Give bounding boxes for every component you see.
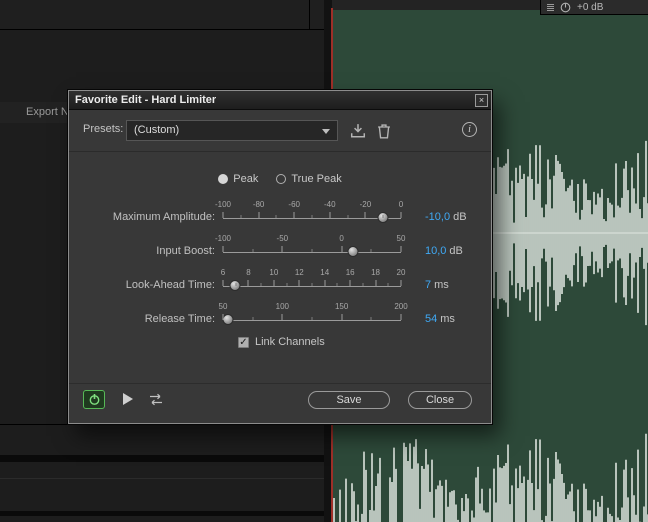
preview-play-icon[interactable] xyxy=(123,393,133,405)
slider-line xyxy=(223,320,401,321)
slider-value[interactable]: 54 ms xyxy=(425,313,455,325)
tick-label: 16 xyxy=(345,268,355,277)
loop-playback-icon[interactable] xyxy=(147,393,165,406)
link-channels-checkbox-row[interactable]: ✓ Link Channels xyxy=(238,336,325,348)
footer-separator xyxy=(69,383,491,384)
tick-label: 20 xyxy=(396,268,406,277)
presets-section: Presets: (Custom) i xyxy=(69,110,491,152)
chevron-down-icon xyxy=(322,129,330,134)
slider-track[interactable]: 6 8 10 12 14 16 18 20 xyxy=(220,267,405,295)
panel-separator xyxy=(0,511,332,516)
radio-dot-icon xyxy=(218,174,229,184)
tick-label: 150 xyxy=(334,302,349,311)
slider-line xyxy=(223,218,401,219)
close-icon[interactable]: × xyxy=(475,94,488,107)
checkbox-checked-icon[interactable]: ✓ xyxy=(238,336,249,348)
tick-label: 18 xyxy=(371,268,381,277)
dialog-title: Favorite Edit - Hard Limiter xyxy=(75,94,217,106)
link-channels-label: Link Channels xyxy=(255,336,325,348)
effect-power-toggle[interactable] xyxy=(83,390,105,409)
slider-label: Input Boost: xyxy=(156,245,215,257)
save-preset-icon[interactable] xyxy=(350,123,366,139)
tick-label: 50 xyxy=(218,302,228,311)
tick-label: 6 xyxy=(220,268,226,277)
power-icon xyxy=(89,394,99,405)
panel-separator xyxy=(0,424,332,425)
slider-row-look-ahead-time: Look-Ahead Time: 6 8 10 12 14 16 18 20 7 ms xyxy=(69,267,491,297)
tick-label: 100 xyxy=(275,302,290,311)
slider-knob[interactable] xyxy=(347,246,359,257)
delete-preset-icon[interactable] xyxy=(376,123,392,139)
slider-value[interactable]: 10,0 dB xyxy=(425,245,463,257)
export-label[interactable]: Export N xyxy=(26,106,69,118)
slider-track[interactable]: -100 -80 -60 -40 -20 0 xyxy=(215,199,404,227)
tick-label: -100 xyxy=(214,234,232,243)
tick-label: -40 xyxy=(324,200,336,209)
radio-peak[interactable]: Peak xyxy=(218,173,258,185)
presets-dropdown[interactable]: (Custom) xyxy=(126,120,338,141)
tick-label: 50 xyxy=(396,234,406,243)
info-icon[interactable]: i xyxy=(462,122,477,137)
hard-limiter-dialog: Favorite Edit - Hard Limiter × Presets: … xyxy=(68,90,492,424)
mini-meter-icon xyxy=(547,3,554,11)
tick-label: 0 xyxy=(339,234,344,243)
tick-label: -20 xyxy=(359,200,372,209)
close-button[interactable]: Close xyxy=(408,391,472,409)
slider-line xyxy=(223,252,401,253)
panel-separator xyxy=(0,478,332,479)
panel-separator xyxy=(0,455,332,462)
save-button[interactable]: Save xyxy=(308,391,390,409)
tick-label: -80 xyxy=(252,200,265,209)
tick-label: 10 xyxy=(269,268,279,277)
tick-label: 0 xyxy=(398,200,404,209)
tick-label: 200 xyxy=(394,302,408,311)
slider-label: Release Time: xyxy=(144,313,215,325)
slider-value[interactable]: -10,0 dB xyxy=(425,211,467,223)
slider-value[interactable]: 7 ms xyxy=(425,279,449,291)
slider-knob[interactable] xyxy=(222,314,234,325)
radio-true-peak[interactable]: True Peak xyxy=(276,173,342,185)
presets-selected-value: (Custom) xyxy=(134,124,180,136)
editor-mini-toolbar: +0 dB xyxy=(540,0,648,15)
dialog-titlebar[interactable]: Favorite Edit - Hard Limiter xyxy=(69,91,491,110)
slider-label: Maximum Amplitude: xyxy=(112,211,215,223)
limiter-mode-group: Peak True Peak xyxy=(69,171,491,187)
slider-track[interactable]: -100 -50 0 50 xyxy=(215,233,405,261)
tick-label: -100 xyxy=(214,200,232,209)
tick-label: -60 xyxy=(288,200,300,209)
volume-knob-icon[interactable] xyxy=(560,2,571,13)
slider-row-maximum-amplitude: Maximum Amplitude: -100 -80 -60 -40 -20 0 -10… xyxy=(69,199,491,229)
slider-row-release-time: Release Time: 50 100 150 200 54 ms xyxy=(69,301,491,331)
tick-label: 14 xyxy=(320,268,330,277)
tick-label: 12 xyxy=(294,268,304,277)
radio-peak-label: Peak xyxy=(233,173,259,185)
slider-row-input-boost: Input Boost: -100 -50 0 50 10,0 dB xyxy=(69,233,491,263)
radio-circle-icon xyxy=(276,174,287,184)
db-readout[interactable]: +0 dB xyxy=(577,2,603,13)
presets-label: Presets: xyxy=(83,123,124,135)
slider-line xyxy=(223,286,401,287)
tick-label: -50 xyxy=(276,234,289,243)
tick-label: 8 xyxy=(246,268,251,277)
slider-label: Look-Ahead Time: xyxy=(125,279,215,291)
radio-true-peak-label: True Peak xyxy=(291,173,342,185)
left-panel-header xyxy=(0,0,332,30)
panel-divider xyxy=(309,0,310,30)
app-window: Export N +0 dB Favorite Edit - Hard Limi… xyxy=(0,0,648,522)
slider-track[interactable]: 50 100 150 200 xyxy=(219,301,408,329)
